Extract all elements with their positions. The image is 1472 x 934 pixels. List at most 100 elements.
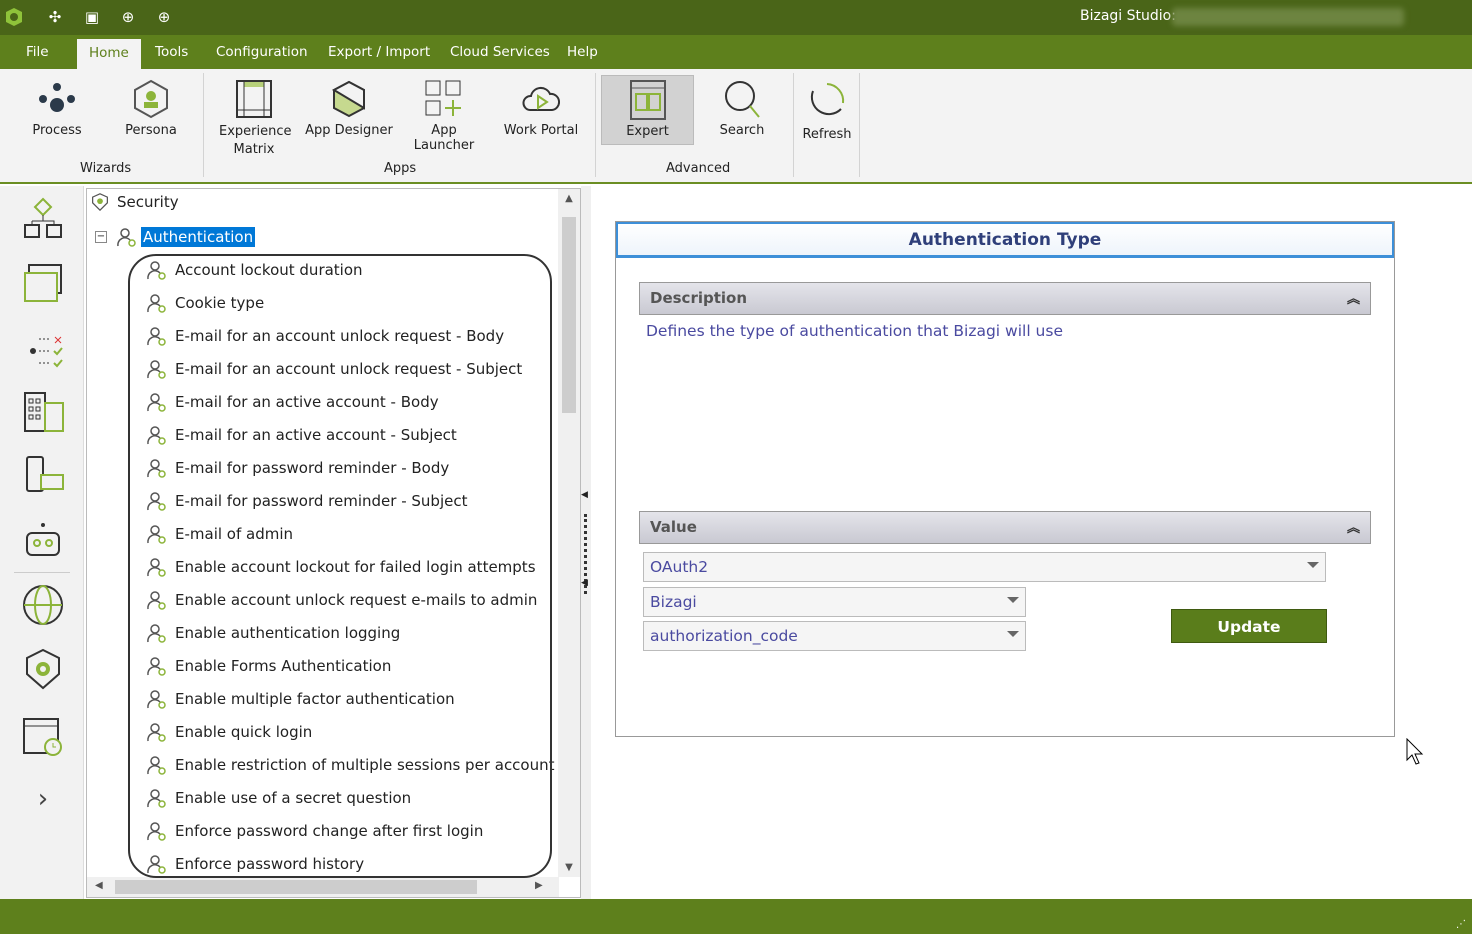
tree-item[interactable]: Cookie type [145,292,264,314]
tree-item[interactable]: Enable account lockout for failed login … [145,556,536,578]
forms-icon[interactable] [18,258,68,308]
collapse-chevron-icon[interactable]: ︽ [1347,288,1360,307]
tree-item[interactable]: E-mail for password reminder - Subject [145,490,467,512]
app-designer-icon [305,75,393,123]
group-wizards: Wizards [80,161,132,176]
grant-type-dropdown[interactable]: authorization_code [643,621,1026,651]
menu-bar: File Home Tools Configuration Export / I… [0,35,1472,69]
work-portal-button[interactable]: Work Portal [500,75,582,138]
tree-item[interactable]: Enable authentication logging [145,622,400,644]
organization-icon[interactable] [18,386,68,436]
cloud-play-icon [500,75,582,123]
user-setting-icon [147,690,166,709]
bizagi-logo-icon[interactable] [4,7,24,27]
experience-matrix-button[interactable]: Experience Matrix [215,75,293,159]
tree-item[interactable]: Enable use of a secret question [145,787,411,809]
app-designer-button[interactable]: App Designer [305,75,393,138]
tree-node-authentication[interactable]: − Authentication [95,226,256,248]
tree-item[interactable]: Enable multiple factor authentication [145,688,455,710]
user-setting-icon [147,261,166,280]
description-text: Defines the type of authentication that … [646,322,1063,340]
separator [793,73,794,177]
value-header[interactable]: Value ︽ [639,511,1371,544]
scroll-thumb[interactable] [562,217,576,413]
menu-help[interactable]: Help [567,44,598,60]
panel-title: Authentication Type [616,222,1394,258]
user-setting-icon [147,723,166,742]
process-button[interactable]: Process [22,75,92,138]
refresh-button[interactable]: Refresh [800,75,854,142]
group-advanced: Advanced [666,161,731,176]
scroll-thumb[interactable] [115,880,477,894]
user-setting-icon [147,756,166,775]
user-setting-icon [147,426,166,445]
menu-configuration[interactable]: Configuration [216,44,308,60]
collapse-chevron-icon[interactable]: ︽ [1347,517,1360,536]
tree-item[interactable]: Enable restriction of multiple sessions … [145,754,555,776]
update-button[interactable]: Update [1171,609,1327,643]
horizontal-scrollbar[interactable]: ◀ ▶ [87,877,559,897]
search-button[interactable]: Search [710,75,774,138]
user-setting-icon [147,459,166,478]
auth-type-dropdown[interactable]: OAuth2 [643,552,1326,582]
process-icon [22,75,92,123]
splitter[interactable]: ◀ ◀ [581,186,591,899]
user-setting-icon [147,624,166,643]
tree-item[interactable]: E-mail for an active account - Body [145,391,439,413]
devices-icon[interactable] [18,450,68,500]
scheduler-icon[interactable] [18,710,68,760]
security-icon[interactable] [18,644,68,694]
persona-button[interactable]: Persona [118,75,184,138]
menu-tools[interactable]: Tools [155,44,188,60]
tree-item[interactable]: E-mail for an account unlock request - B… [145,325,504,347]
app-launcher-icon [400,75,488,123]
vertical-scrollbar[interactable]: ▲ ▼ [558,189,580,877]
ribbon: Process Persona Wizards Experience Matri… [0,69,1472,184]
divider [14,572,70,573]
user-setting-icon [147,492,166,511]
layout-icon[interactable]: ▣ [82,7,102,27]
menu-home[interactable]: Home [77,39,141,69]
robot-icon[interactable] [18,514,68,564]
group-apps: Apps [384,161,417,176]
resize-grip-icon[interactable]: ⋰ [1456,919,1466,930]
expert-icon [602,76,693,124]
menu-export-import[interactable]: Export / Import [328,44,430,60]
tree-item[interactable]: Enable Forms Authentication [145,655,391,677]
tree-root-security[interactable]: Security [91,193,179,211]
title-bar: ✣ ▣ ⊕ ⊕ Bizagi Studio: [0,0,1472,35]
tree-item[interactable]: E-mail of admin [145,523,293,545]
expand-icon[interactable]: › [18,774,68,824]
refresh-icon [800,75,854,127]
description-header[interactable]: Description ︽ [639,282,1371,315]
user-setting-icon [147,393,166,412]
user-setting-icon [147,327,166,346]
tree-item[interactable]: Enforce password history [145,853,364,875]
provider-dropdown[interactable]: Bizagi [643,587,1026,617]
app-launcher-button[interactable]: App Launcher [400,75,488,153]
chevron-down-icon [1007,597,1019,603]
tree-item[interactable]: Account lockout duration [145,259,363,281]
menu-file[interactable]: File [26,44,49,60]
property-panel: Authentication Type Description ︽ Defines… [615,221,1395,737]
download-icon[interactable]: ⊕ [118,7,138,27]
tree-item[interactable]: E-mail for password reminder - Body [145,457,449,479]
mouse-cursor-icon [1406,737,1426,770]
tree-item[interactable]: Enable quick login [145,721,312,743]
process-wizard-icon[interactable] [18,194,68,244]
user-setting-icon [147,525,166,544]
tree-item[interactable]: E-mail for an active account - Subject [145,424,457,446]
rules-icon[interactable] [18,322,68,372]
tree-item[interactable]: E-mail for an account unlock request - S… [145,358,522,380]
process-icon[interactable]: ✣ [45,7,65,27]
upload-icon[interactable]: ⊕ [154,7,174,27]
menu-cloud-services[interactable]: Cloud Services [450,44,550,60]
collapse-icon[interactable]: − [95,231,107,243]
user-setting-icon [147,591,166,610]
tree-item[interactable]: Enable account unlock request e-mails to… [145,589,537,611]
shield-icon [92,193,108,211]
globe-icon[interactable] [18,580,68,630]
expert-button[interactable]: Expert [601,75,694,145]
separator [595,73,596,177]
tree-item[interactable]: Enforce password change after first logi… [145,820,483,842]
